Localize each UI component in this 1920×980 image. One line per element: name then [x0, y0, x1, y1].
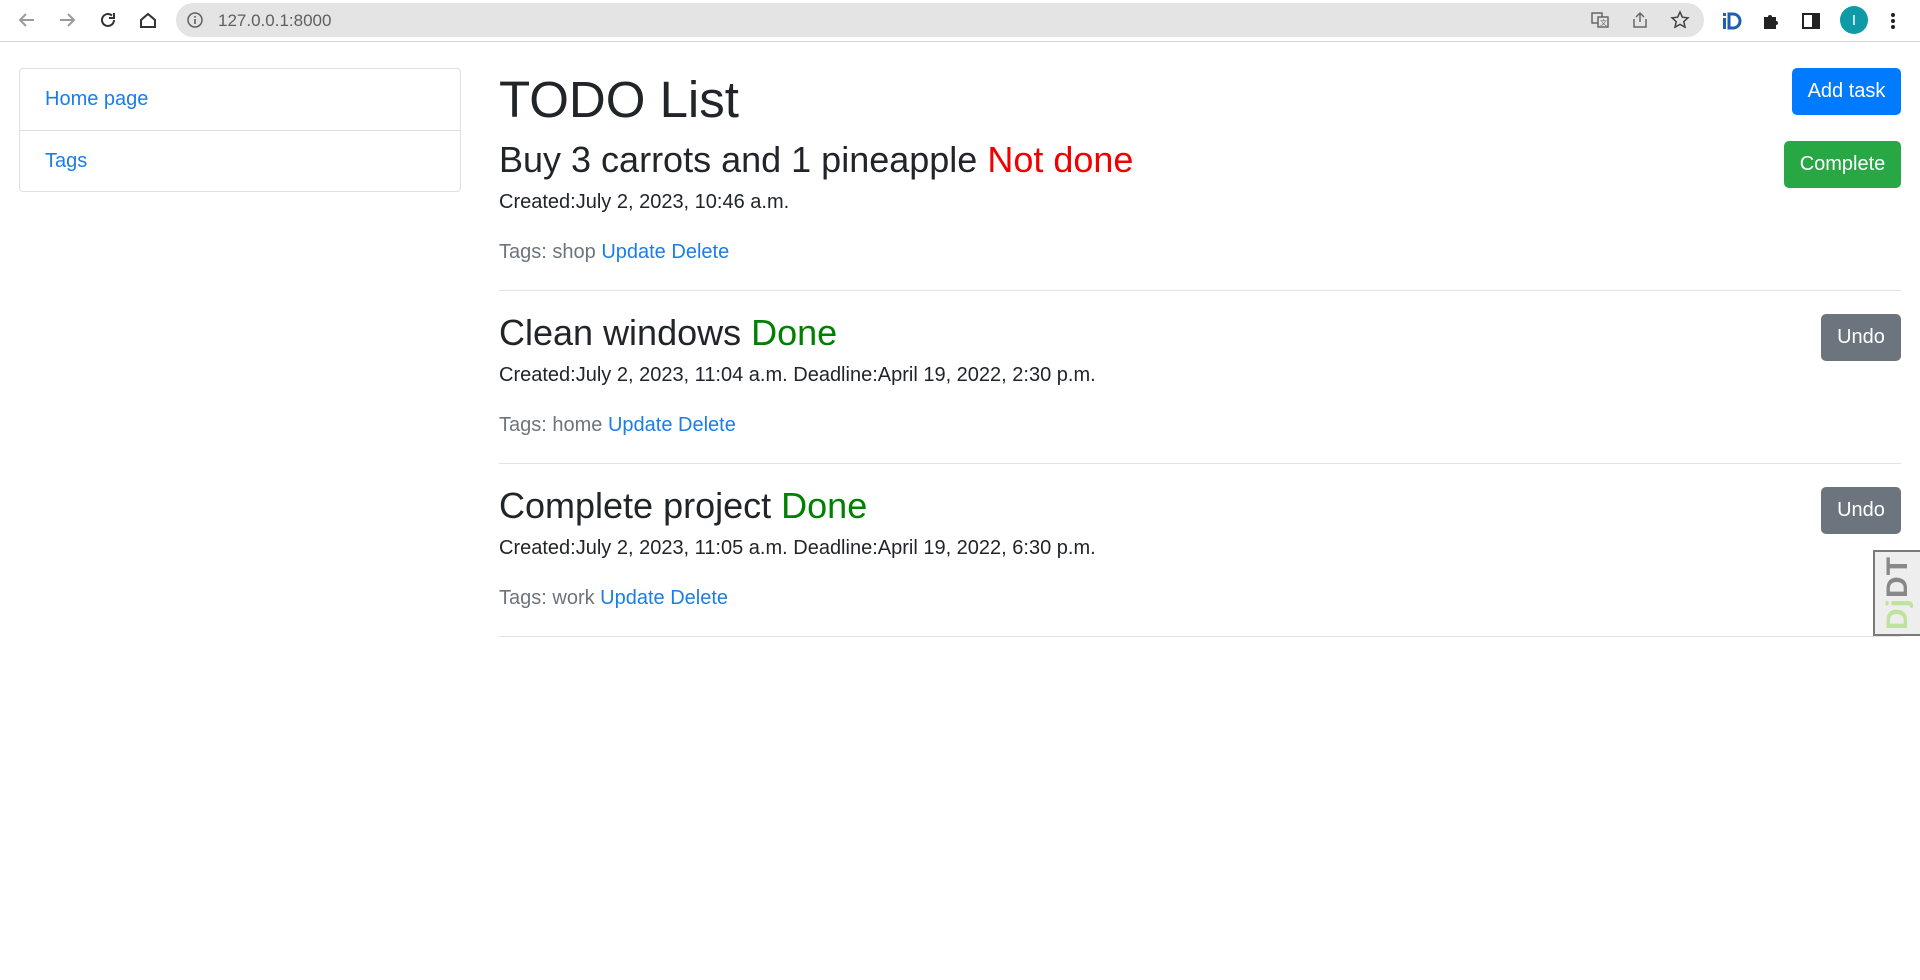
task-meta: Created:July 2, 2023, 10:46 a.m. [499, 191, 790, 213]
translate-icon[interactable]: 文 [1590, 10, 1610, 30]
update-link[interactable]: Update [600, 587, 665, 609]
tag-name: shop [552, 241, 596, 263]
undo-button[interactable]: Undo [1821, 487, 1901, 534]
task-title: Buy 3 carrots and 1 pineapple Not done [499, 138, 1133, 182]
bookmark-star-icon[interactable] [1670, 10, 1690, 30]
share-icon[interactable] [1630, 10, 1650, 30]
task-title-text: Clean windows [499, 312, 742, 353]
address-bar[interactable]: 127.0.0.1:8000 文 [176, 3, 1704, 37]
url-text: 127.0.0.1:8000 [218, 11, 332, 30]
delete-link[interactable]: Delete [678, 414, 736, 436]
task-item: Clean windows Done Created:July 2, 2023,… [499, 311, 1901, 464]
task-title-text: Complete project [499, 485, 772, 526]
site-info-icon[interactable] [186, 11, 204, 29]
task-meta: Created:July 2, 2023, 11:04 a.m. Deadlin… [499, 364, 1096, 386]
delete-link[interactable]: Delete [670, 587, 728, 609]
profile-avatar[interactable]: I [1840, 6, 1868, 34]
home-icon [140, 12, 156, 28]
task-status: Not done [987, 139, 1134, 180]
debug-toolbar-handle[interactable]: DjDT [1873, 550, 1920, 636]
undo-button[interactable]: Undo [1821, 314, 1901, 361]
task-tags-row: Tags: work Update Delete [499, 587, 728, 610]
extensions-puzzle-icon[interactable] [1758, 8, 1784, 34]
back-button[interactable] [11, 4, 43, 36]
add-task-button[interactable]: Add task [1792, 68, 1901, 115]
tags-label: Tags: [499, 241, 547, 263]
sidebar-item-tags[interactable]: Tags [20, 130, 460, 191]
task-meta: Created:July 2, 2023, 11:05 a.m. Deadlin… [499, 537, 1096, 559]
update-link[interactable]: Update [608, 414, 673, 436]
task-item: Buy 3 carrots and 1 pineapple Not done C… [499, 138, 1901, 291]
task-status: Done [781, 485, 868, 526]
svg-text:文: 文 [1600, 18, 1607, 27]
side-panel-icon[interactable] [1798, 8, 1824, 34]
task-status: Done [751, 312, 838, 353]
task-tags-row: Tags: home Update Delete [499, 414, 736, 437]
tag-name: home [552, 414, 603, 436]
delete-link[interactable]: Delete [671, 241, 729, 263]
tags-label: Tags: [499, 587, 547, 609]
tags-label: Tags: [499, 414, 547, 436]
tag-name: work [552, 587, 595, 609]
sidebar-item-home-page[interactable]: Home page [20, 69, 460, 130]
reload-button[interactable] [92, 4, 124, 36]
extension-id-icon[interactable] [1718, 8, 1744, 34]
page-title: TODO List [499, 71, 739, 128]
task-title: Clean windows Done [499, 311, 837, 355]
forward-arrow-icon [60, 13, 76, 27]
complete-button[interactable]: Complete [1784, 141, 1901, 188]
forward-button[interactable] [51, 4, 83, 36]
menu-kebab-icon[interactable] [1880, 8, 1906, 34]
home-button[interactable] [132, 4, 164, 36]
browser-toolbar: 127.0.0.1:8000 文 I [0, 0, 1920, 42]
djdt-logo: DjDT [1880, 556, 1914, 630]
task-title-text: Buy 3 carrots and 1 pineapple [499, 139, 978, 180]
update-link[interactable]: Update [601, 241, 666, 263]
task-title: Complete project Done [499, 484, 867, 528]
task-item: Complete project Done Created:July 2, 20… [499, 484, 1901, 637]
sidebar-nav: Home page Tags [19, 68, 461, 192]
back-arrow-icon [18, 13, 34, 27]
task-tags-row: Tags: shop Update Delete [499, 241, 729, 264]
reload-icon [101, 12, 115, 27]
